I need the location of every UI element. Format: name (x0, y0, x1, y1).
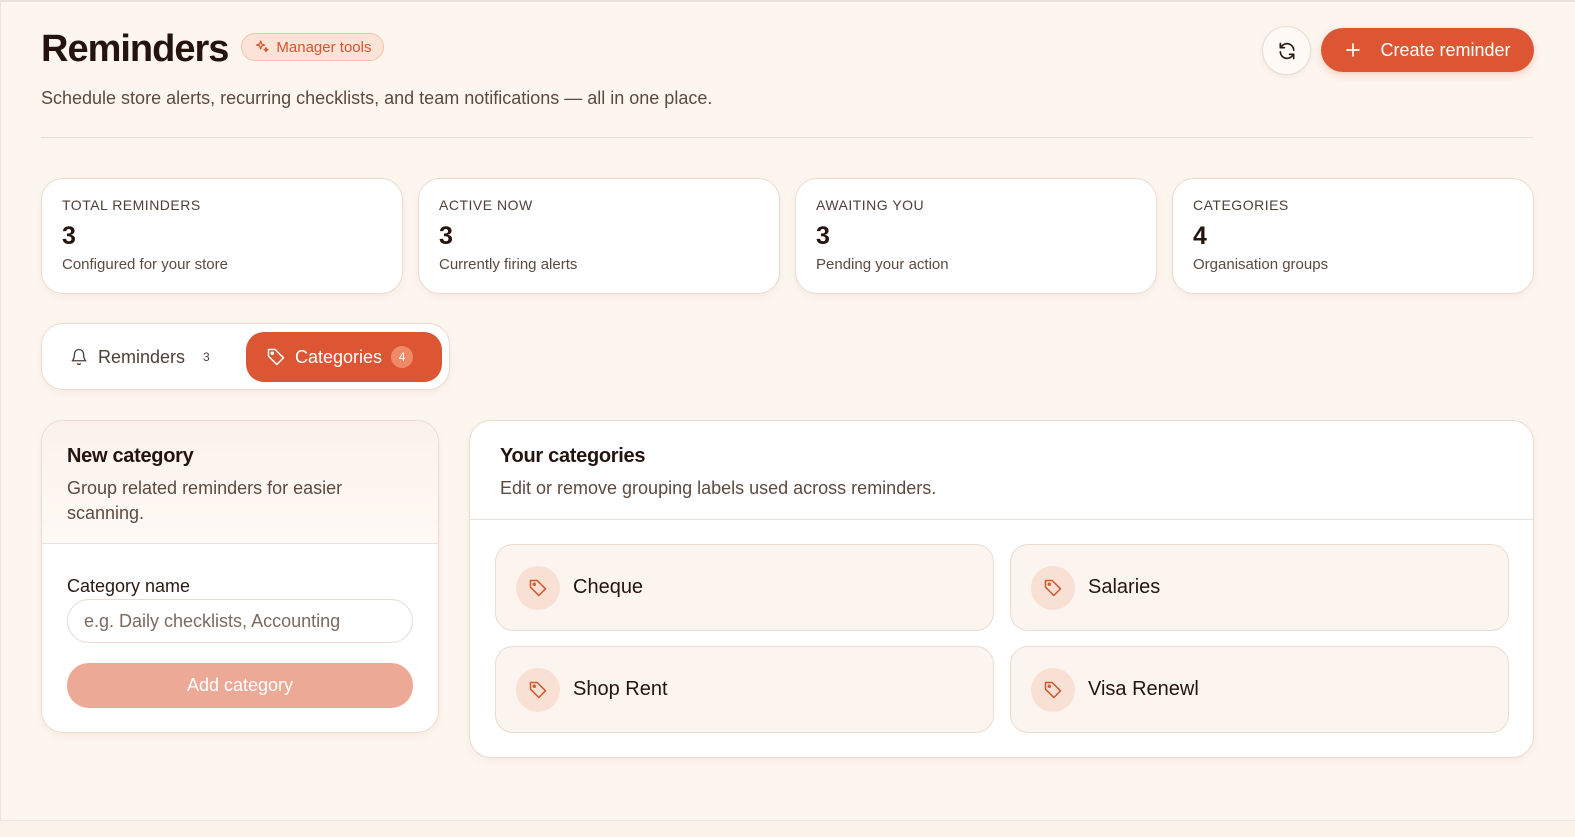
category-name: Salaries (1088, 576, 1161, 598)
stat-description: Pending your action (816, 256, 949, 273)
manager-tools-badge: Manager tools (241, 33, 385, 61)
tab-reminders-label: Reminders (98, 346, 186, 367)
stat-label: CATEGORIES (1193, 197, 1289, 213)
badge-label: Manager tools (276, 38, 372, 56)
category-item[interactable]: Cheque (495, 544, 994, 631)
stat-value: 3 (439, 222, 453, 250)
stat-card-categories: CATEGORIES 4 Organisation groups (1172, 178, 1534, 294)
refresh-icon (1279, 42, 1294, 59)
plus-icon (1346, 43, 1361, 57)
tab-categories[interactable]: Categories 4 (246, 332, 442, 382)
stat-card-active: ACTIVE NOW 3 Currently firing alerts (418, 178, 780, 294)
tab-categories-label: Categories (295, 346, 383, 367)
tag-icon (1031, 667, 1075, 712)
sparkle-icon (256, 40, 270, 53)
tab-categories-count: 4 (391, 346, 414, 368)
category-name: Shop Rent (573, 678, 668, 700)
create-reminder-label: Create reminder (1380, 39, 1511, 60)
stat-label: ACTIVE NOW (439, 197, 533, 213)
stat-description: Configured for your store (62, 256, 228, 273)
bell-icon (71, 348, 87, 366)
tag-icon (1031, 565, 1075, 610)
page-subtitle: Schedule store alerts, recurring checkli… (41, 88, 713, 108)
your-categories-title: Your categories (500, 445, 646, 467)
new-category-header: New category Group related reminders for… (42, 421, 438, 544)
page-title: Reminders (41, 28, 229, 70)
category-name: Visa Renewl (1088, 678, 1199, 700)
tab-reminders-count: 3 (203, 350, 210, 364)
category-item[interactable]: Visa Renewl (1010, 646, 1509, 733)
category-name: Cheque (573, 576, 644, 598)
new-category-card: New category Group related reminders for… (41, 420, 439, 733)
create-reminder-button[interactable]: Create reminder (1321, 28, 1534, 72)
stat-value: 3 (62, 222, 76, 250)
stat-value: 4 (1193, 222, 1207, 250)
category-item[interactable]: Shop Rent (495, 646, 994, 733)
stat-label: AWAITING YOU (816, 197, 925, 213)
category-name-label: Category name (67, 576, 191, 596)
stat-card-awaiting: AWAITING YOU 3 Pending your action (795, 178, 1157, 294)
your-categories-card: Your categories Edit or remove grouping … (469, 420, 1534, 758)
tag-icon (516, 667, 560, 712)
category-item[interactable]: Salaries (1010, 544, 1509, 631)
tag-icon (267, 348, 285, 366)
tag-icon (516, 565, 560, 610)
new-category-title: New category (67, 445, 194, 467)
category-list: Cheque Salaries Shop Rent Visa Renewl (495, 544, 1509, 733)
add-category-button[interactable]: Add category (67, 663, 413, 708)
view-tabs: Reminders 3 Categories 4 (41, 323, 450, 390)
your-categories-subtitle: Edit or remove grouping labels used acro… (500, 478, 937, 498)
page-header: Reminders Manager tools Schedule store a… (41, 28, 1534, 108)
header-divider (41, 137, 1534, 138)
your-categories-header: Your categories Edit or remove grouping … (470, 421, 1533, 520)
stat-description: Organisation groups (1193, 256, 1329, 273)
stat-label: TOTAL REMINDERS (62, 197, 201, 213)
window-left-edge (0, 0, 1, 837)
stat-card-total: TOTAL REMINDERS 3 Configured for your st… (41, 178, 403, 294)
stats-row: TOTAL REMINDERS 3 Configured for your st… (41, 178, 1534, 294)
category-name-input[interactable] (67, 599, 413, 643)
tab-reminders[interactable]: Reminders 3 (70, 341, 210, 373)
page-footer-strip (0, 820, 1575, 837)
window-top-edge (0, 0, 1575, 2)
new-category-subtitle: Group related reminders for easier scann… (67, 478, 343, 523)
refresh-button[interactable] (1262, 26, 1311, 75)
stat-description: Currently firing alerts (439, 256, 578, 273)
stat-value: 3 (816, 222, 830, 250)
